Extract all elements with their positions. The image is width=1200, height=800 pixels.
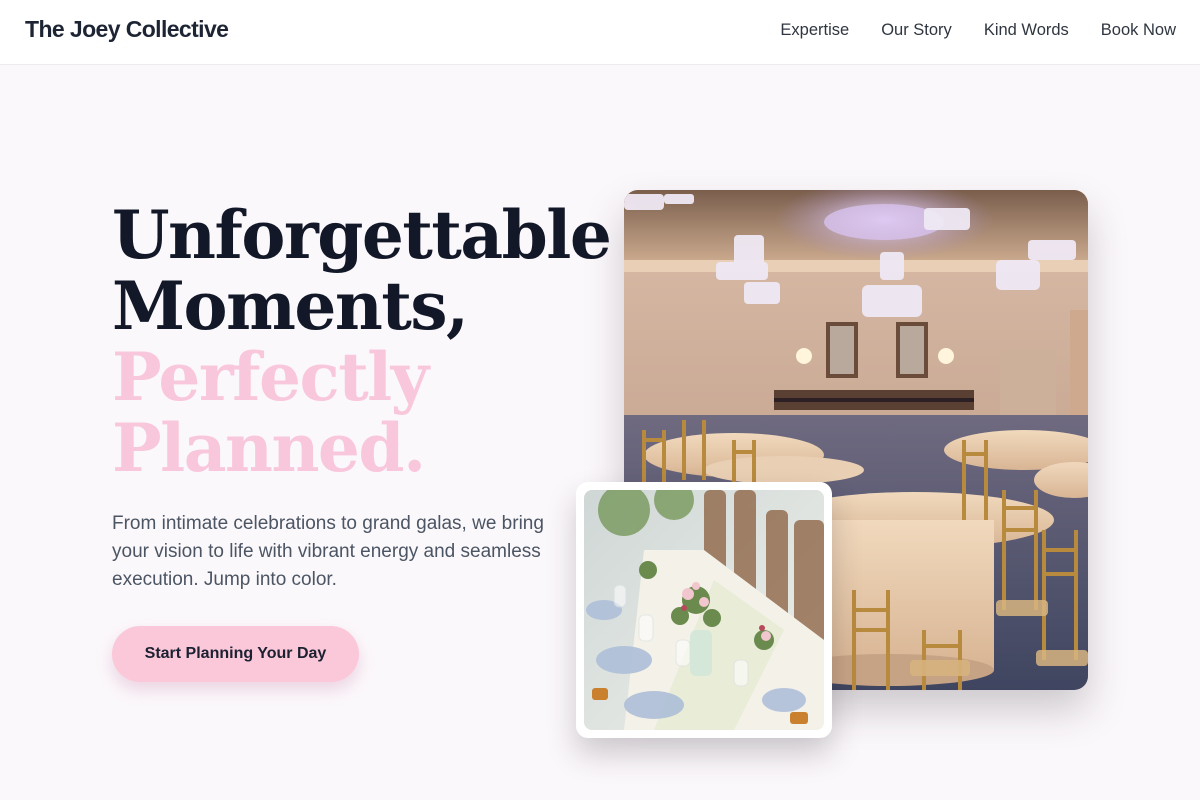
hero-title-accent-line: Perfectly	[112, 338, 429, 416]
main-nav: Expertise Our Story Kind Words Book Now	[780, 21, 1176, 40]
table-setting-image	[584, 490, 824, 730]
nav-link-book-now[interactable]: Book Now	[1101, 21, 1176, 40]
brand-logo[interactable]: The Joey Collective	[25, 16, 229, 43]
hero-title: Unforgettable Moments, Perfectly Planned…	[112, 196, 612, 487]
hero-title-accent-line: Planned.	[112, 409, 426, 487]
nav-link-our-story[interactable]: Our Story	[881, 21, 952, 40]
table-setting-card	[576, 482, 832, 738]
hero-subtitle: From intimate celebrations to grand gala…	[112, 513, 544, 590]
hero-title-line: Moments,	[112, 267, 469, 345]
site-header: The Joey Collective Expertise Our Story …	[0, 0, 1200, 65]
nav-link-kind-words[interactable]: Kind Words	[984, 21, 1069, 40]
nav-link-expertise[interactable]: Expertise	[780, 21, 849, 40]
hero-title-line: Unforgettable	[112, 196, 612, 274]
start-planning-button[interactable]: Start Planning Your Day	[112, 626, 359, 682]
